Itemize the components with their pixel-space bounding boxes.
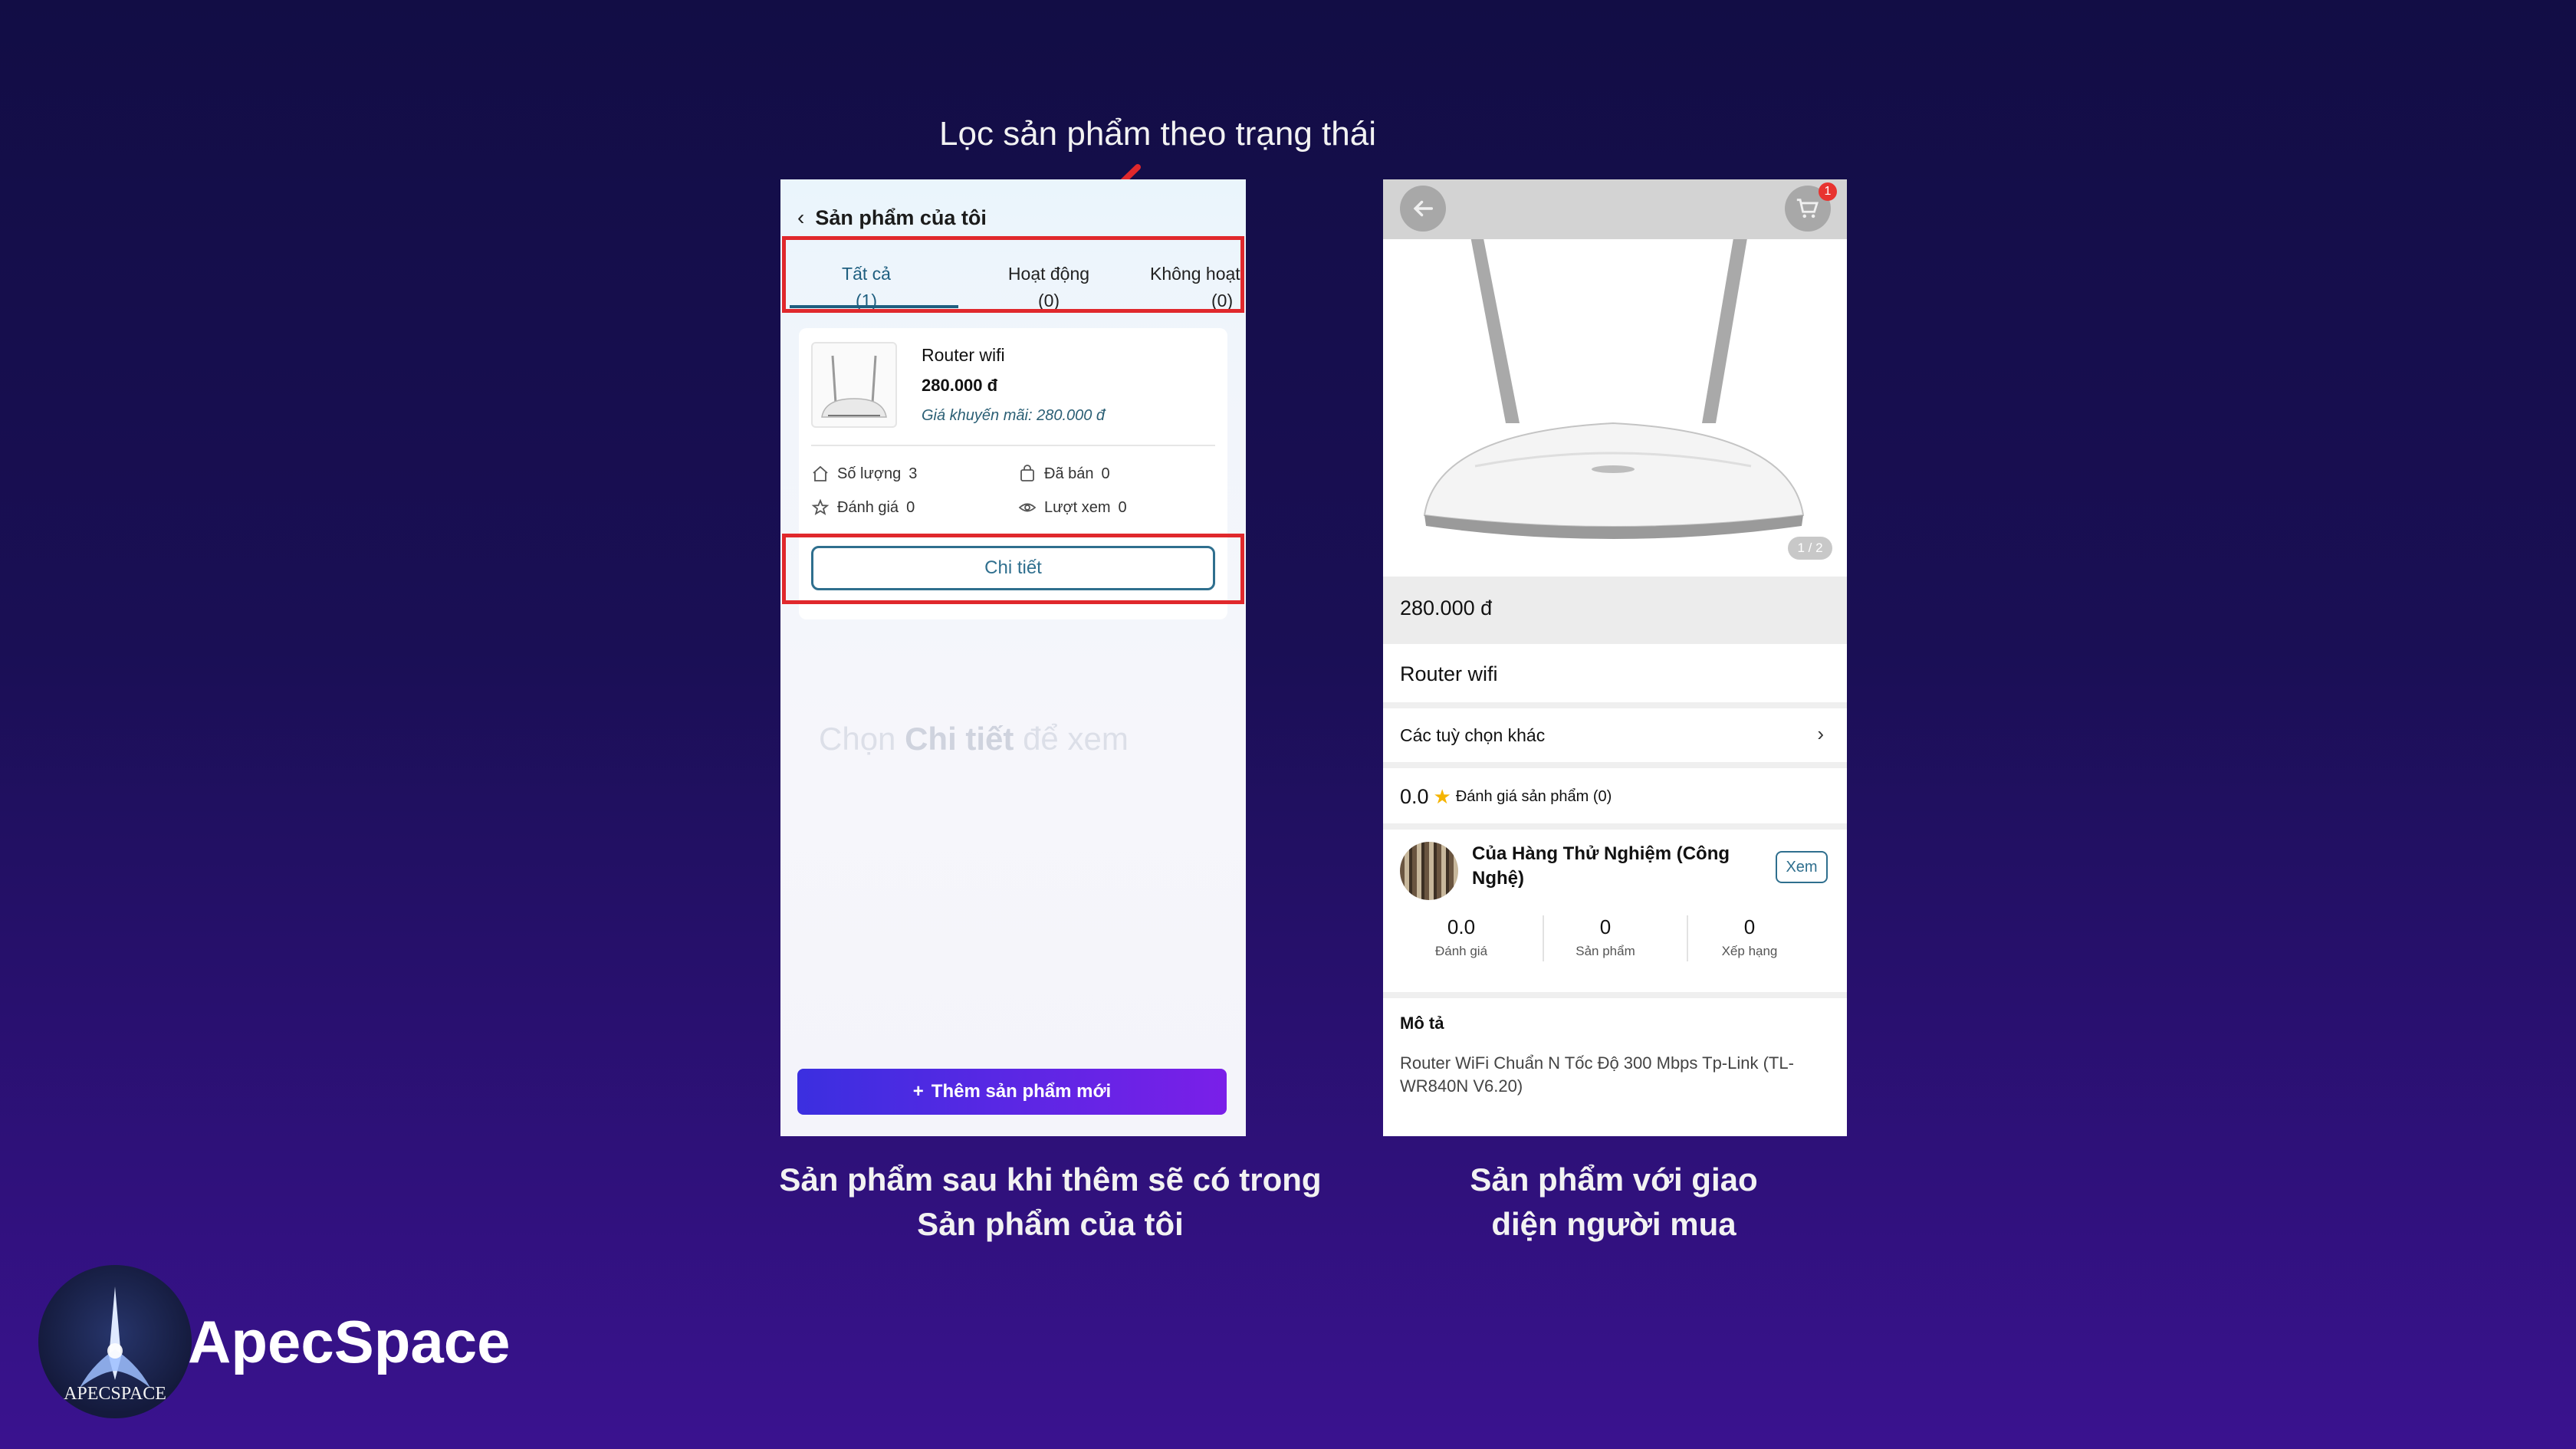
- brand-logo: APECSPACE: [38, 1265, 192, 1418]
- hint-bold: Chi tiết: [905, 721, 1014, 757]
- eye-icon: [1018, 503, 1037, 512]
- shop-stat-value: 0: [1599, 915, 1612, 938]
- rating-value: 0.0: [1400, 785, 1429, 808]
- caption-line: Sản phẩm sau khi thêm sẽ có trong: [779, 1162, 1322, 1198]
- caption-line: diện người mua: [1491, 1206, 1737, 1242]
- bag-icon: [1020, 465, 1034, 481]
- rating-row[interactable]: 0.0 ★ Đánh giá sản phẩm (0): [1383, 768, 1847, 823]
- chevron-right-icon: ›: [1817, 722, 1824, 745]
- home-icon: [813, 465, 828, 481]
- caption-buyer: Sản phẩm với giao diện người mua: [1380, 1158, 1848, 1247]
- other-options-label: Các tuỳ chọn khác: [1400, 725, 1546, 745]
- product-thumbnail: [811, 342, 897, 428]
- stat-value: 0: [1118, 498, 1127, 516]
- shop-section: Của Hàng Thử Nghiệm (Công Nghệ) Xem 0.0 …: [1383, 830, 1847, 992]
- caption-line: Sản phẩm của tôi: [917, 1206, 1184, 1242]
- stat-rating: Đánh giá 0: [811, 498, 915, 517]
- back-arrow-icon[interactable]: [1400, 186, 1446, 232]
- stat-sold: Đã bán 0: [1018, 465, 1110, 483]
- hint-suffix: để xem: [1023, 721, 1129, 757]
- shop-stat-value: 0.0: [1447, 915, 1476, 938]
- star-icon: ★: [1433, 785, 1451, 808]
- name-section: Router wifi: [1383, 644, 1847, 702]
- shop-stat-rank: 0 Xếp hạng: [1677, 915, 1822, 959]
- buyer-product-screen: 1 1 / 2 280.000 đ Router wifi Các tuỳ ch…: [1383, 179, 1847, 1136]
- rating-label: Đánh giá sản phẩm (0): [1455, 788, 1612, 805]
- page-title: Sản phẩm của tôi: [815, 205, 987, 229]
- shop-stat-products: 0 Sản phẩm: [1533, 915, 1677, 959]
- description-text: Router WiFi Chuẩn N Tốc Độ 300 Mbps Tp-L…: [1400, 1053, 1794, 1096]
- plus-icon: +: [912, 1081, 924, 1102]
- card-divider: [811, 445, 1215, 446]
- stat-value: 0: [1101, 465, 1110, 482]
- shop-stat-label: Sản phẩm: [1576, 944, 1635, 958]
- description-title: Mô tả: [1400, 1014, 1444, 1033]
- description-section: Mô tả Router WiFi Chuẩn N Tốc Độ 300 Mbp…: [1383, 998, 1847, 1136]
- shop-stat-rating: 0.0 Đánh giá: [1389, 915, 1533, 959]
- rocket-logo-icon: APECSPACE: [64, 1286, 166, 1404]
- stat-value: 0: [906, 498, 915, 516]
- view-shop-button[interactable]: Xem: [1776, 851, 1828, 883]
- stat-value: 3: [909, 465, 918, 482]
- product-promo-price: Giá khuyến mãi: 280.000 đ: [922, 407, 1106, 424]
- image-counter: 1 / 2: [1788, 537, 1832, 560]
- caption-line: Sản phẩm với giao: [1470, 1162, 1758, 1198]
- rating-summary: 0.0 ★ Đánh giá sản phẩm (0): [1400, 785, 1612, 809]
- stat-label: Đánh giá: [837, 498, 899, 516]
- stat-label: Đã bán: [1044, 465, 1094, 482]
- shop-name: Của Hàng Thử Nghiệm (Công Nghệ): [1472, 843, 1730, 889]
- price-section: 280.000 đ: [1383, 577, 1847, 644]
- stat-views: Lượt xem 0: [1018, 498, 1127, 517]
- brand-name: ApecSpace: [188, 1308, 511, 1375]
- shop-stat-label: Xếp hạng: [1721, 944, 1778, 958]
- buyer-price: 280.000 đ: [1400, 596, 1493, 619]
- other-options-row[interactable]: Các tuỳ chọn khác ›: [1383, 708, 1847, 762]
- hint-prefix: Chọn: [819, 721, 896, 757]
- detail-highlight-box: [782, 534, 1244, 604]
- seller-products-screen: ‹ Sản phẩm của tôi Tất cả (1) Hoạt động …: [780, 179, 1246, 1136]
- tabs-highlight-box: [782, 236, 1244, 313]
- stat-quantity: Số lượng 3: [811, 465, 917, 483]
- star-icon: [811, 498, 830, 515]
- caption-seller: Sản phẩm sau khi thêm sẽ có trong Sản ph…: [721, 1158, 1380, 1247]
- screen-header: ‹ Sản phẩm của tôi: [797, 205, 987, 230]
- stat-label: Số lượng: [837, 465, 902, 482]
- back-chevron-icon[interactable]: ‹: [797, 205, 804, 230]
- add-product-label: Thêm sản phẩm mới: [931, 1081, 1112, 1102]
- shop-avatar[interactable]: [1400, 842, 1458, 900]
- top-bar: [1383, 179, 1847, 239]
- detail-hint: Chọn Chi tiết để xem: [819, 721, 1129, 757]
- cart-badge: 1: [1819, 182, 1837, 201]
- buyer-product-name: Router wifi: [1400, 662, 1498, 685]
- shop-stat-label: Đánh giá: [1434, 944, 1488, 958]
- logo-wordmark: APECSPACE: [64, 1384, 166, 1404]
- stat-label: Lượt xem: [1044, 498, 1111, 516]
- product-name: Router wifi: [922, 345, 1005, 365]
- add-product-button[interactable]: + Thêm sản phẩm mới: [797, 1069, 1227, 1115]
- shop-stat-value: 0: [1743, 915, 1756, 938]
- product-price: 280.000 đ: [922, 376, 998, 395]
